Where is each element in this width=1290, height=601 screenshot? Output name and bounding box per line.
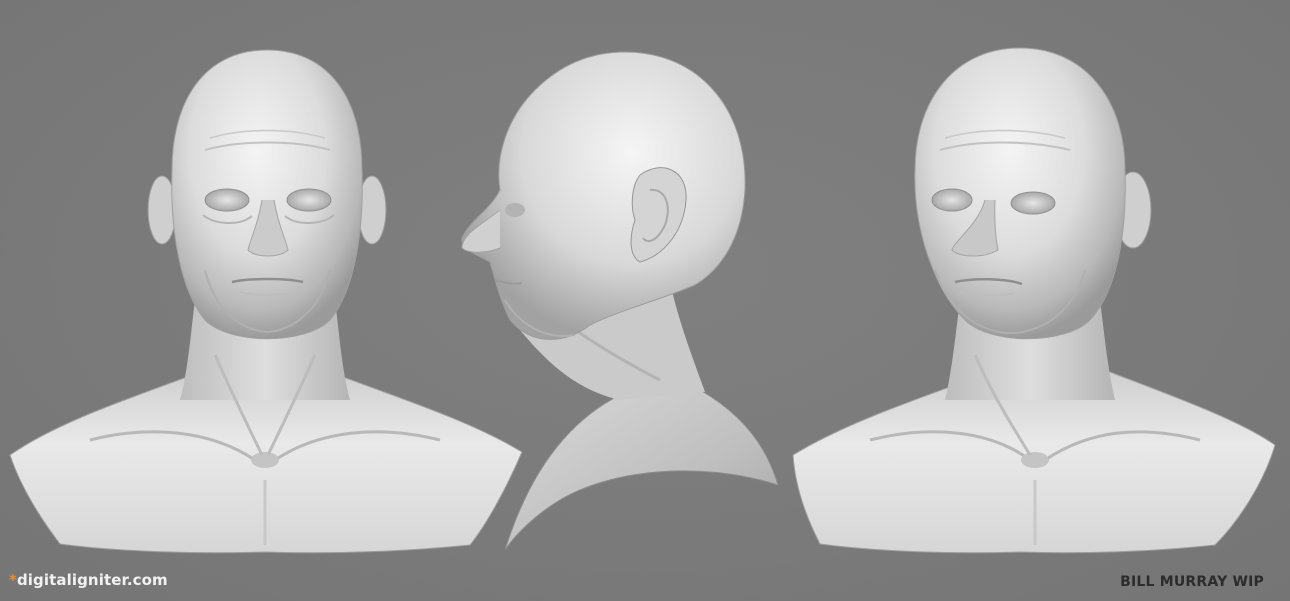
- bust-three-quarter-view: [792, 47, 1276, 554]
- artwork-title: BILL MURRAY WIP: [1120, 574, 1264, 590]
- brand-asterisk: *: [9, 571, 17, 589]
- brand-watermark: *digitaligniter.com: [9, 571, 168, 589]
- sculpt-render: [9, 47, 1276, 554]
- render-canvas: *digitaligniter.com BILL MURRAY WIP: [0, 0, 1290, 601]
- brand-site-name: digitaligniter.com: [16, 571, 168, 589]
- bust-front-view: [9, 49, 523, 554]
